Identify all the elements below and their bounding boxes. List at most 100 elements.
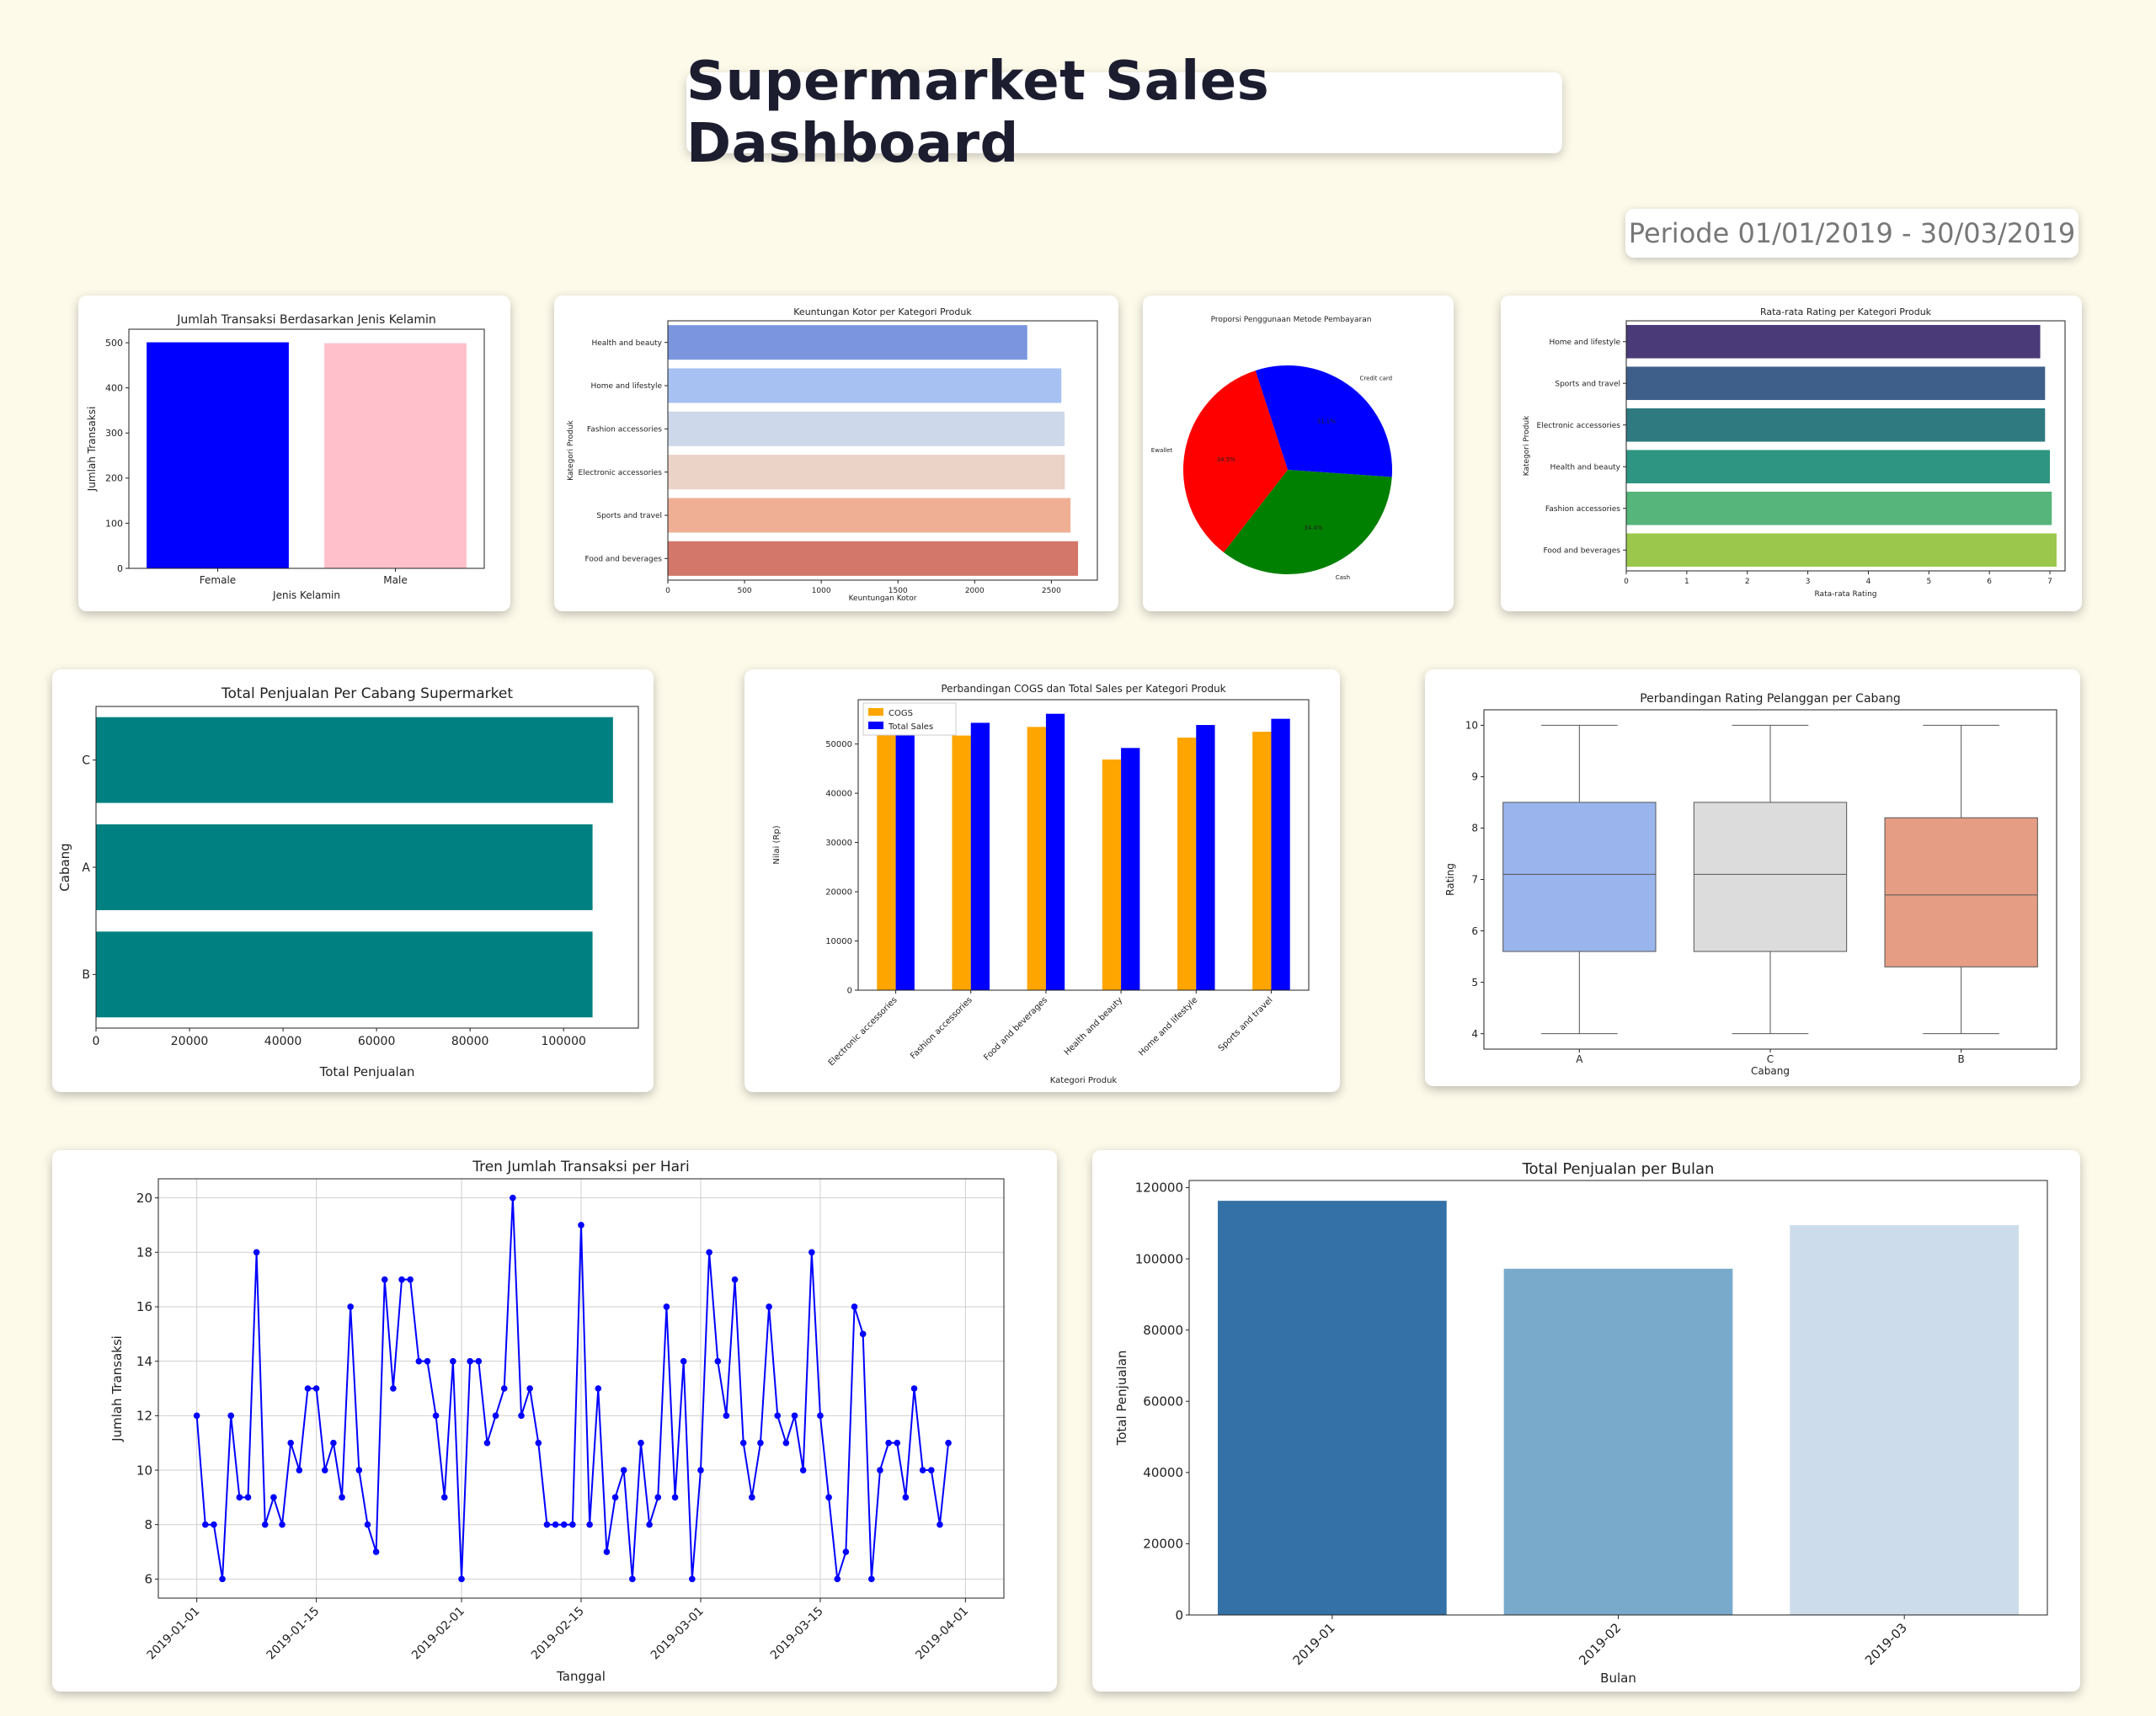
x-axis-label: Keuntungan Kotor	[849, 594, 917, 603]
x-tick-label: Female	[200, 574, 236, 586]
data-point	[731, 1276, 739, 1283]
chart-title: Total Penjualan per Bulan	[1522, 1160, 1715, 1178]
chart-title: Tren Jumlah Transaksi per Hari	[472, 1159, 690, 1175]
data-point	[859, 1330, 867, 1338]
data-point	[424, 1357, 431, 1365]
bar-cogs	[952, 735, 971, 990]
data-point	[526, 1385, 533, 1392]
x-tick-label: 2019-03	[1862, 1620, 1910, 1668]
data-point	[211, 1521, 217, 1528]
data-point	[458, 1575, 465, 1583]
y-axis-label: Jumlah Transaksi	[86, 407, 98, 493]
data-point	[757, 1439, 764, 1447]
chart-monthly-sales: 2019-01 2019-02 2019-03 0 20000 40000 60000 800…	[1114, 1160, 2048, 1686]
y-tick-label: 20	[136, 1191, 152, 1206]
data-point	[560, 1521, 568, 1528]
y-tick-label: Health and beauty	[1550, 463, 1620, 472]
data-point	[440, 1494, 448, 1501]
y-tick-label: 0	[847, 987, 852, 996]
box-a	[1502, 802, 1657, 952]
data-point	[663, 1303, 670, 1310]
data-point	[543, 1521, 551, 1528]
plot-frame	[857, 699, 1310, 991]
data-point	[364, 1521, 371, 1528]
x-tick-label: A	[1576, 1053, 1583, 1065]
y-tick-label: 8	[144, 1517, 152, 1532]
x-tick-label: 20000	[171, 1035, 209, 1048]
y-tick-label: Fashion accessories	[1545, 505, 1620, 514]
chart-gender: Female Male 0 100 200 300 400 500 Jumlah Transak…	[86, 313, 485, 601]
bar-cogs	[1102, 759, 1122, 990]
data-point	[475, 1357, 483, 1365]
x-axis-label: Jenis Kelamin	[272, 589, 340, 601]
y-tick-label: 60000	[1143, 1394, 1183, 1409]
y-tick-label: A	[82, 861, 90, 875]
y-tick-label: Food and beverages	[584, 555, 662, 563]
data-point	[654, 1494, 662, 1501]
y-tick-label: 120000	[1135, 1180, 1183, 1196]
data-point	[535, 1439, 542, 1447]
y-tick-label: Sports and travel	[596, 512, 662, 520]
bar-2019-03	[1790, 1225, 2020, 1615]
x-tick-label: Home and lifestyle	[1137, 995, 1199, 1058]
bar-health-and-beauty	[1626, 450, 2051, 484]
bar-total-sales	[1271, 718, 1290, 990]
bar-fashion-accessories	[1626, 491, 2052, 525]
data-point	[586, 1521, 593, 1528]
x-tick-label: 0	[665, 587, 670, 595]
data-point	[372, 1548, 380, 1555]
data-point	[611, 1494, 619, 1501]
chart-card-daily-trend: 6 8 10 12 14 16 18 20 2019-01-01 2019-01-15 2019-0…	[52, 1150, 1057, 1692]
data-point	[817, 1412, 824, 1420]
box-c	[1693, 802, 1848, 952]
y-axis-label: Cabang	[57, 843, 72, 891]
x-tick-label: 2019-02-15	[529, 1605, 587, 1663]
x-tick-label: 0	[1624, 578, 1629, 586]
bar-sports-and-travel	[668, 498, 1071, 533]
data-point	[877, 1467, 883, 1474]
y-tick-label: C	[82, 754, 90, 768]
x-tick-label: 3	[1806, 578, 1811, 586]
data-point	[808, 1249, 815, 1256]
chart-card-gender: Female Male 0 100 200 300 400 500 Jumlah Transak…	[78, 296, 510, 611]
y-tick-label: Home and lifestyle	[590, 382, 662, 391]
bar-health-and-beauty	[668, 325, 1027, 360]
chart-title: Perbandingan Rating Pelanggan per Cabang	[1640, 692, 1901, 706]
x-tick-label: 2019-03-15	[768, 1605, 826, 1663]
bar-female	[147, 342, 289, 568]
chart-card-gross-income: Health and beauty Home and lifestyle Fashi…	[554, 296, 1118, 611]
x-tick-label: 2019-01	[1290, 1620, 1338, 1668]
bar-b	[96, 931, 593, 1018]
y-tick-label: 40000	[1143, 1465, 1183, 1480]
data-point	[287, 1439, 294, 1447]
data-point	[467, 1357, 473, 1365]
data-point	[782, 1439, 790, 1447]
legend-label: COGS	[889, 709, 913, 718]
x-tick-label: 60000	[358, 1035, 396, 1048]
data-point	[646, 1521, 653, 1528]
data-point	[825, 1494, 832, 1501]
y-tick-label: 6	[1471, 925, 1478, 937]
data-point	[432, 1412, 440, 1420]
y-tick-label: 10	[136, 1463, 152, 1478]
y-tick-label: 10	[1465, 720, 1478, 732]
data-point	[253, 1249, 260, 1256]
chart-title: Proporsi Penggunaan Metode Pembayaran	[1211, 316, 1372, 324]
data-point	[791, 1412, 798, 1420]
chart-cogs-sales: Electronic accessories Fashion accessorie…	[772, 683, 1310, 1085]
data-point	[774, 1412, 782, 1420]
bar-total-sales	[970, 722, 990, 990]
y-tick-label: 12	[136, 1409, 152, 1424]
y-tick-label: 0	[117, 563, 123, 574]
y-axis-label: Rating	[1444, 863, 1456, 896]
data-point	[407, 1276, 414, 1283]
y-tick-label: B	[82, 968, 90, 982]
data-point	[629, 1575, 636, 1583]
bar-cogs	[1177, 738, 1197, 990]
data-point	[381, 1276, 388, 1283]
data-point	[595, 1385, 602, 1392]
y-tick-label: 40000	[825, 790, 852, 799]
period-label: Periode 01/01/2019 - 30/03/2019	[1628, 217, 2076, 249]
y-tick-label: 200	[105, 473, 123, 484]
x-axis-label: Rata-rata Rating	[1815, 590, 1877, 599]
